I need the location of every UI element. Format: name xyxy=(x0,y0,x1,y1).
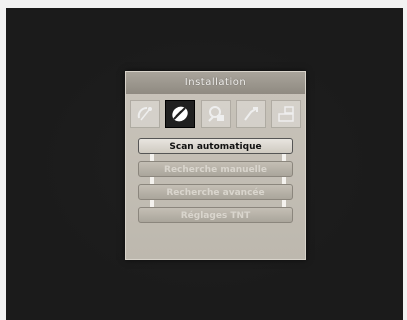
settings-globe-icon xyxy=(169,103,191,125)
installation-menu-list: Scan automatique Recherche manuelle Rech… xyxy=(138,138,293,230)
tab-antenna[interactable] xyxy=(235,100,266,128)
tab-installation[interactable] xyxy=(165,100,196,128)
menu-item-recherche-avancee[interactable]: Recherche avancée xyxy=(138,184,293,200)
menu-item-recherche-manuelle[interactable]: Recherche manuelle xyxy=(138,161,293,177)
tv-screen: Installation Scan automatique Recherche … xyxy=(6,8,403,320)
antenna-icon xyxy=(241,104,261,124)
system-icon xyxy=(276,104,296,124)
satellite-dish-icon xyxy=(135,104,155,124)
parental-lock-icon xyxy=(206,104,226,124)
installation-menu-panel: Installation Scan automatique Recherche … xyxy=(125,71,306,260)
category-tabs xyxy=(130,100,301,128)
tab-satellite[interactable] xyxy=(130,100,160,128)
panel-title: Installation xyxy=(126,72,305,94)
menu-item-reglages-tnt[interactable]: Réglages TNT xyxy=(138,207,293,223)
tab-parental[interactable] xyxy=(200,100,231,128)
menu-item-scan-automatique[interactable]: Scan automatique xyxy=(138,138,293,154)
tab-system[interactable] xyxy=(271,100,301,128)
